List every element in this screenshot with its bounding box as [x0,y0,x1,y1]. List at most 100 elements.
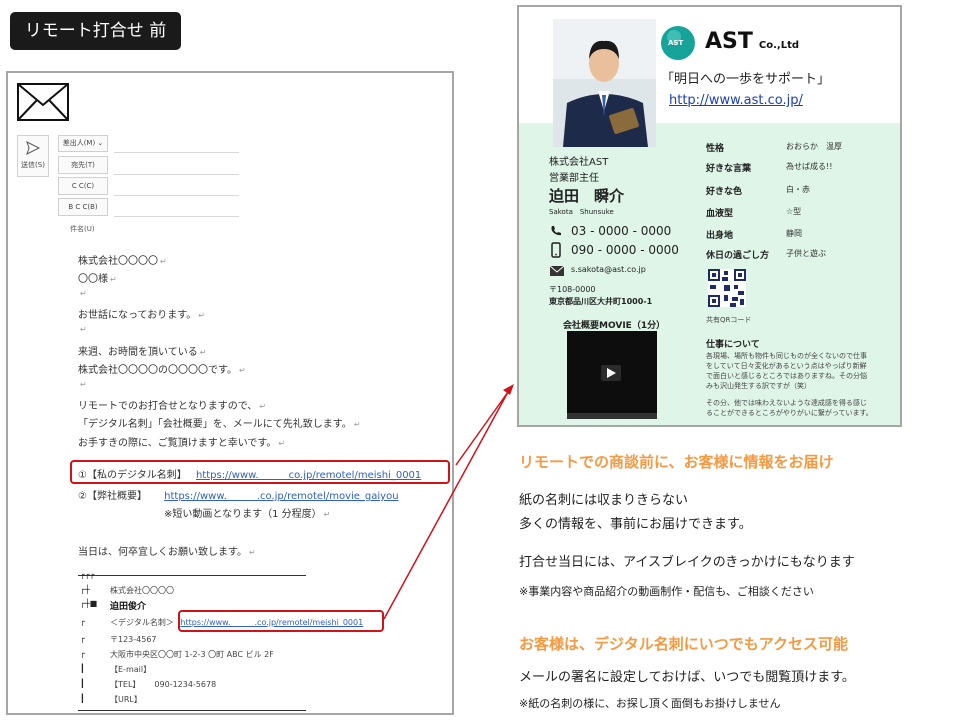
video-controls-bar[interactable] [567,413,657,419]
card-phone: 03 - 0000 - 0000 [571,224,672,238]
signature-bracket: ┃ [80,694,85,703]
feature-text-1a: 紙の名刺には収まりきらない [519,493,689,508]
signature-top-rule [78,575,306,576]
card-role: 営業部主任 [549,173,599,184]
card-email: s.sakota@ast.co.jp [571,265,646,274]
signature-bracket: ┃ [80,664,85,673]
send-label: 送信(S) [21,161,45,169]
phone-icon [551,226,561,236]
closing-line: 当日は、何卒宜しくお願い致します。 ↵ [78,547,256,558]
company-link-line: ②【弊社概要】 https://www. .co.jp/remotel/movi… [78,491,399,502]
signature-bracket: ┌┼■ [80,599,98,608]
attr-value-4: ☆型 [786,207,802,216]
from-field[interactable] [114,152,239,153]
signature-url-label: 【URL】 [110,695,142,704]
body-line-1: 株式会社〇〇〇〇 ↵ [78,256,167,267]
from-button[interactable]: 差出人(M) ⌄ [58,135,108,152]
body-line-7: 株式会社〇〇〇〇の〇〇〇〇です。 ↵ [78,365,246,376]
body-line-11: お手すきの際に、ご覧頂けますと幸いです。 ↵ [78,438,286,449]
signature-bracket: ┃ [80,679,85,688]
attr-label-3: 好きな色 [706,187,743,197]
signature-address: 大阪市中央区〇〇町 1-2-3 〇町 ABC ビル 2F [110,650,274,659]
work-title: 仕事について [706,340,760,350]
signature-bracket: ┌ [80,634,85,643]
attr-label-6: 休日の過ごし方 [706,251,770,261]
cc-field[interactable] [114,195,239,196]
send-button[interactable]: 送信(S) [17,135,49,177]
attr-label-1: 性格 [706,144,725,154]
to-button[interactable]: 宛先(T) [58,156,108,174]
signature-bracket: ┌┌┌ [80,570,95,579]
work-text-6: ることができるところがやりがいに繋がっています。 [706,409,873,417]
body-line-6: 来週、お時間を頂いている ↵ [78,347,207,358]
feature-note-1: ※事業内容や商品紹介の動画制作・配信も、ご相談ください [519,585,814,598]
work-text-5: その分、他では味わえないような達成感を得る感じ [706,399,867,407]
work-text-2: をしていて日々変化があるという点はやっぱり新鮮 [706,362,867,370]
signature-company: 株式会社〇〇〇〇 [110,586,174,595]
feature-note-2: ※紙の名刺の様に、お探し頂く面倒もお掛けしません [519,697,781,710]
feature-heading-2: お客様は、デジタル名刺にいつでもアクセス可能 [519,635,848,653]
bcc-button[interactable]: B C C(B) [58,198,108,216]
body-line-3: ↵ [80,289,87,298]
logo-badge-text: AST [668,39,684,47]
attr-label-4: 血液型 [706,209,734,219]
card-name: 迫田 瞬介 [549,187,625,205]
attr-label-2: 好きな言葉 [706,164,752,174]
qr-code-icon[interactable] [708,269,746,307]
card-romaji: Sakota Shunsuke [549,208,614,216]
bcc-field[interactable] [114,216,239,217]
attr-label-5: 出身地 [706,231,734,241]
attr-value-3: 白・赤 [786,185,810,194]
feature-heading-1: リモートでの商談前に、お客様に情報をお届け [519,453,834,471]
signature-zip: 〒123-4567 [110,635,157,644]
play-icon [607,368,616,378]
to-field[interactable] [114,174,239,175]
movie-title: 会社概要MOVIE（1分） [563,321,666,331]
body-line-8: ↵ [80,380,87,389]
subject-label: 件名(U) [70,225,95,233]
company-movie-link[interactable]: https://www. .co.jp/remotel/movie_gaiyou [164,491,398,502]
body-line-4: お世話になっております。 ↵ [78,310,205,321]
send-icon [26,141,41,155]
signature-bracket: ┌┼ [80,585,90,594]
body-line-9: リモートでのお打合せとなりますので、 ↵ [78,401,267,412]
mobile-icon [551,242,561,258]
company-url-link[interactable]: http://www.ast.co.jp/ [669,93,803,108]
work-text-1: 各現場、場所も物件も同じものが全くないので仕事 [706,352,867,360]
signature-bracket: ┌ [80,649,85,658]
email-compose-window: 送信(S) 差出人(M) ⌄ 宛先(T) C C(C) B C C(B) 件名(… [6,71,454,715]
signature-name: 迫田俊介 [110,602,147,612]
profile-photo [553,19,656,147]
envelope-icon [17,83,69,121]
brand-slogan: 「明日への一歩をサポート」 [661,72,831,87]
brand-name: AST Co.,Ltd [705,29,800,54]
cc-button[interactable]: C C(C) [58,177,108,195]
card-address: 東京都品川区大井町1000-1 [549,297,653,306]
body-line-2: 〇〇様 ↵ [78,274,117,285]
body-line-5: ↵ [80,325,87,334]
feature-text-1b: 多くの情報を、事前にお届けできます。 [519,517,752,532]
feature-text-3: メールの署名に設定しておけば、いつでも閲覧頂けます。 [519,670,855,685]
digital-business-card: AST AST Co.,Ltd 「明日への一歩をサポート」 http://www.… [517,5,902,427]
movie-player[interactable] [567,331,657,419]
signature-email-label: 【E-mail】 [110,665,152,674]
attr-value-6: 子供と遊ぶ [786,249,826,258]
body-line-10: 「デジタル名刺」「会社概要」を、メールにて先礼致します。 ↵ [78,419,361,430]
attr-value-5: 静岡 [786,229,802,238]
signature-bottom-rule [78,710,306,711]
attr-value-2: 為せば成る!! [786,162,833,171]
qr-label: 共有QRコード [706,316,752,324]
work-text-4: みも沢山発生する訳ですが（笑） [706,382,811,390]
signature-link-highlight [178,610,384,632]
feature-text-2: 打合せ当日には、アイスブレイクのきっかけにもなります [519,555,855,570]
signature-bracket: ┌ [80,617,85,626]
card-zip: 〒108-0000 [549,285,596,294]
card-mobile: 090 - 0000 - 0000 [571,243,679,257]
work-text-3: で面白いと感じるところではありますね。その分悩 [706,372,867,380]
mail-icon [550,266,564,276]
movie-note: ※短い動画となります（1 分程度） ↵ [164,509,331,520]
meishi-link-highlight [70,460,450,484]
attr-value-1: おおらか 温厚 [786,142,842,151]
signature-tel-line: 【TEL】 090-1234-5678 [110,680,217,689]
page-title-tag: リモート打合せ 前 [10,12,181,50]
